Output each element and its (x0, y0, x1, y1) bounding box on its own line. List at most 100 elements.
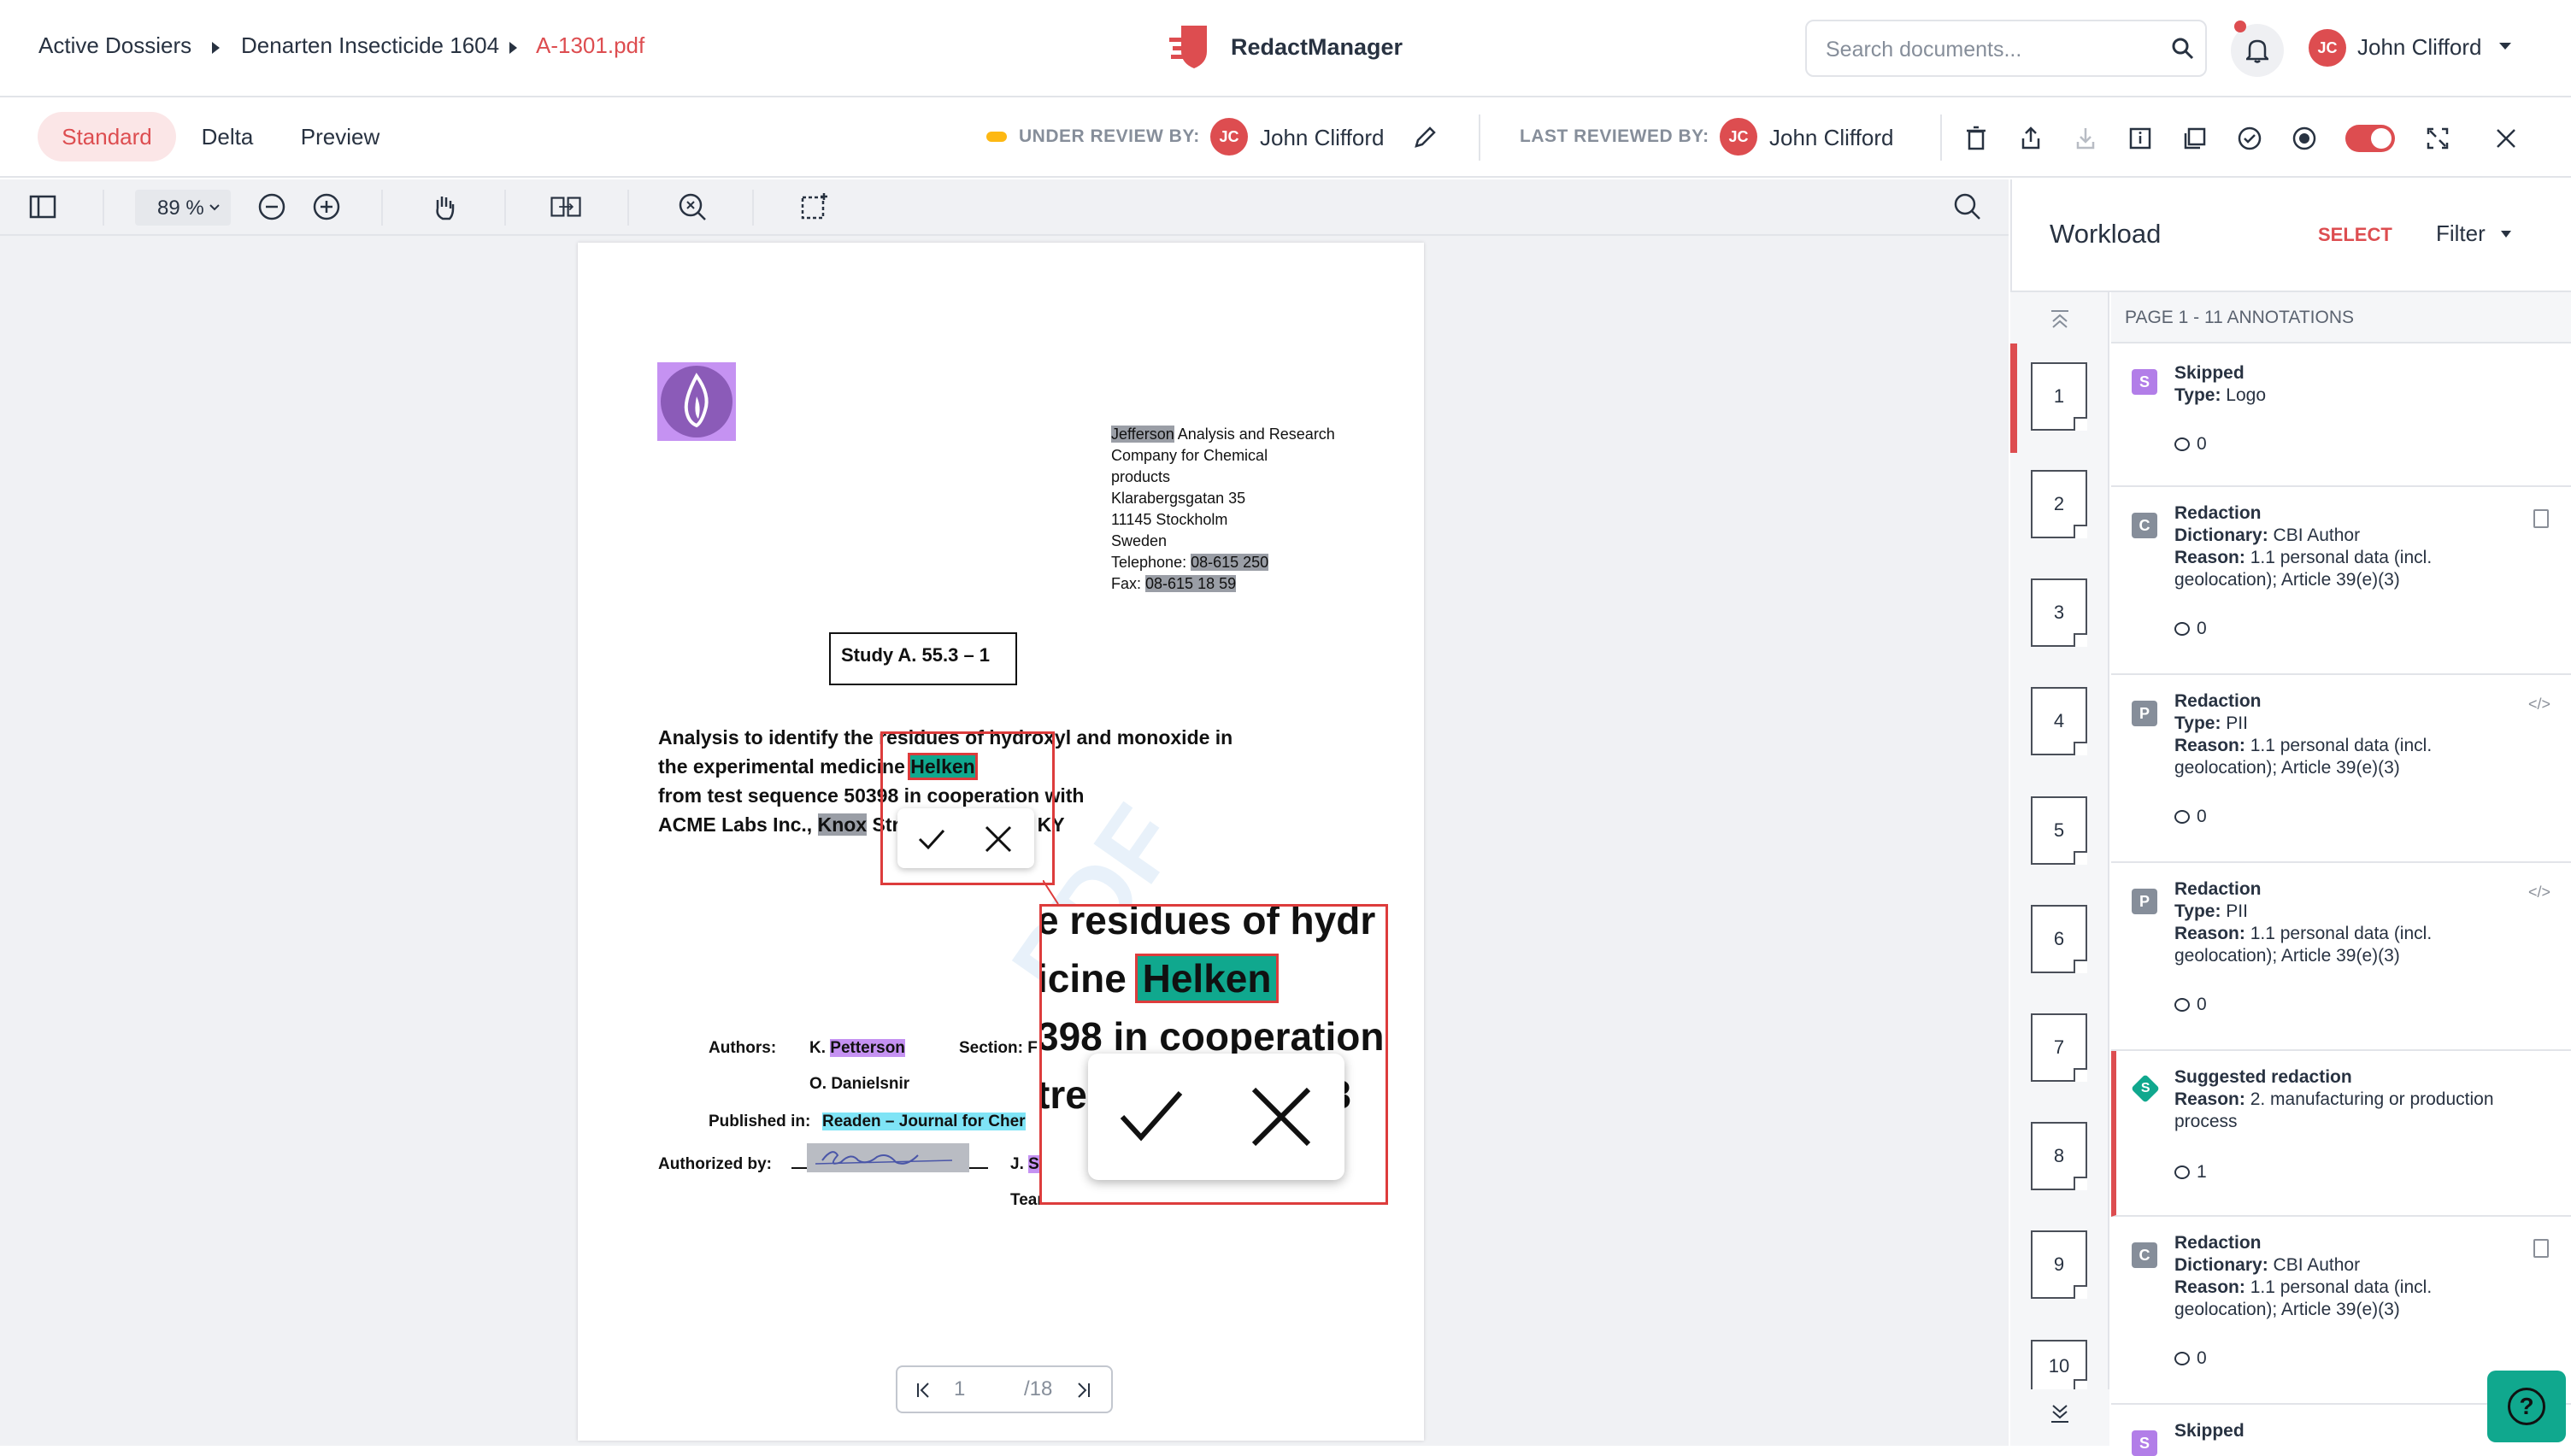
chevron-down-icon[interactable] (2501, 231, 2511, 238)
annotation-item-active[interactable]: S Suggested redaction Reason: 2. manufac… (2111, 1051, 2571, 1217)
annotation-item[interactable]: S Skipped Type: Logo 0 (2111, 343, 2571, 487)
zoom-in-icon[interactable] (309, 190, 344, 224)
reject-close-icon[interactable] (983, 824, 1014, 854)
team-leader: Team Leader (1010, 1191, 1039, 1209)
comment-count: 0 (2174, 1348, 2207, 1369)
page-annotations-count: PAGE 1 - 11 ANNOTATIONS (2125, 308, 2355, 327)
scroll-top-icon[interactable] (2048, 308, 2072, 332)
accept-check-icon (1120, 1091, 1183, 1142)
page-thumbnail-6[interactable]: 6 (2031, 905, 2087, 973)
author-2: O. Danielsnir (809, 1075, 910, 1093)
signature-image (815, 1151, 953, 1165)
redacted-fax[interactable]: 08-615 18 59 (1145, 575, 1237, 592)
redacted-telephone[interactable]: 08-615 250 (1191, 554, 1269, 571)
record-icon[interactable] (2287, 121, 2321, 156)
compare-icon[interactable] (549, 190, 583, 224)
rectangle-select-icon[interactable] (797, 190, 831, 224)
current-page-input[interactable]: 1 (954, 1377, 965, 1401)
last-page-icon[interactable] (1074, 1381, 1092, 1400)
user-name[interactable]: John Clifford (2357, 34, 2482, 61)
document-icon[interactable] (2533, 509, 2549, 528)
cbi-badge: C (2132, 513, 2157, 538)
toggle-switch[interactable] (2345, 125, 2395, 152)
breadcrumb-separator-icon (212, 42, 220, 54)
annotation-item[interactable]: P </> Redaction Type: PII Reason: 1.1 pe… (2111, 863, 2571, 1051)
annotation-title: Skipped (2174, 363, 2244, 383)
search-input[interactable]: Search documents... (1805, 20, 2207, 77)
comment-count: 0 (2174, 807, 2207, 827)
zoom-helken: Helken (1134, 954, 1280, 1003)
under-review-label: UNDER REVIEW BY: (1019, 126, 1200, 146)
approve-icon[interactable] (2233, 121, 2267, 156)
tab-preview[interactable]: Preview (287, 112, 393, 161)
bell-icon (2246, 39, 2268, 63)
first-page-icon[interactable] (915, 1381, 933, 1400)
redacted-journal[interactable]: Readen – Journal for Cher (822, 1113, 1026, 1130)
scroll-bottom-icon[interactable] (2048, 1401, 2072, 1425)
annotation-search-icon[interactable] (675, 190, 709, 224)
search-document-icon[interactable] (1950, 190, 1985, 224)
annotation-item[interactable]: C Redaction Dictionary: CBI Author Reaso… (2111, 487, 2571, 675)
delete-icon[interactable] (1959, 121, 1993, 156)
select-button[interactable]: SELECT (2318, 224, 2392, 246)
approver-name: J. S (1010, 1155, 1039, 1173)
flame-logo-icon (661, 366, 732, 437)
page-thumbnail-8[interactable]: 8 (2031, 1122, 2087, 1190)
zoom-out-icon[interactable] (255, 190, 289, 224)
chevron-down-icon (209, 204, 220, 211)
annotation-item[interactable]: P </> Redaction Type: PII Reason: 1.1 pe… (2111, 675, 2571, 863)
suggestion-badge: S (2131, 1074, 2160, 1103)
document-icon[interactable] (2533, 1239, 2549, 1258)
edit-reviewer-icon[interactable] (1412, 125, 1438, 150)
page-thumbnail-3[interactable]: 3 (2031, 578, 2087, 647)
copy-document-icon[interactable] (2178, 121, 2212, 156)
comment-count: 0 (2174, 619, 2207, 639)
current-page-indicator (2010, 343, 2017, 453)
pan-hand-icon[interactable] (427, 190, 462, 224)
user-avatar[interactable]: JC (2309, 29, 2346, 67)
page-thumbnail-1[interactable]: 1 (2031, 362, 2087, 431)
fullscreen-icon[interactable] (2421, 121, 2455, 156)
breadcrumb-dossier[interactable]: Denarten Insecticide 1604 (241, 32, 499, 59)
pii-badge: P (2132, 701, 2157, 726)
search-placeholder: Search documents... (1826, 38, 2022, 62)
workload-title: Workload (2050, 219, 2162, 249)
skipped-badge: S (2132, 1430, 2157, 1456)
redacted-signature[interactable] (807, 1143, 969, 1172)
viewer-toolbar (0, 179, 2009, 236)
zoom-line-1: e residues of hydr (1039, 904, 1376, 942)
close-icon[interactable] (2489, 121, 2523, 156)
breadcrumb-active-dossiers[interactable]: Active Dossiers (38, 32, 191, 59)
comment-count: 0 (2174, 434, 2207, 455)
notifications-button[interactable] (2231, 21, 2284, 77)
published-label: Published in: (709, 1113, 811, 1130)
download-icon[interactable] (2068, 121, 2103, 156)
chevron-down-icon[interactable] (2499, 43, 2511, 50)
page-thumbnail-10[interactable]: 10 (2031, 1340, 2087, 1393)
filter-button[interactable]: Filter (2436, 220, 2486, 247)
accept-check-icon[interactable] (916, 824, 947, 854)
help-button[interactable]: ? (2487, 1371, 2566, 1442)
page-thumbnail-5[interactable]: 5 (2031, 796, 2087, 865)
search-icon[interactable] (2171, 37, 2195, 61)
redacted-company[interactable]: Jefferson (1111, 426, 1174, 443)
company-logo[interactable] (657, 362, 736, 441)
export-icon[interactable] (2014, 121, 2048, 156)
review-status-indicator (986, 132, 1007, 142)
last-reviewer-avatar: JC (1720, 118, 1757, 156)
page-thumbnail-2[interactable]: 2 (2031, 470, 2087, 538)
tab-delta[interactable]: Delta (185, 112, 270, 161)
comment-count: 1 (2174, 1162, 2207, 1183)
tab-standard[interactable]: Standard (38, 112, 176, 161)
redacted-knox[interactable]: Knox (817, 813, 868, 836)
page-thumbnail-9[interactable]: 9 (2031, 1230, 2087, 1299)
toggle-sidebar-icon[interactable] (26, 190, 60, 224)
divider (1479, 114, 1480, 161)
page-thumbnail-7[interactable]: 7 (2031, 1013, 2087, 1082)
info-icon[interactable] (2123, 121, 2157, 156)
zoom-select[interactable]: 89 % (135, 190, 231, 226)
page-thumbnail-4[interactable]: 4 (2031, 687, 2087, 755)
authorized-label: Authorized by: (658, 1155, 772, 1173)
redacted-author-petterson[interactable]: Petterson (830, 1039, 905, 1057)
annotation-actions-popup (897, 808, 1034, 868)
